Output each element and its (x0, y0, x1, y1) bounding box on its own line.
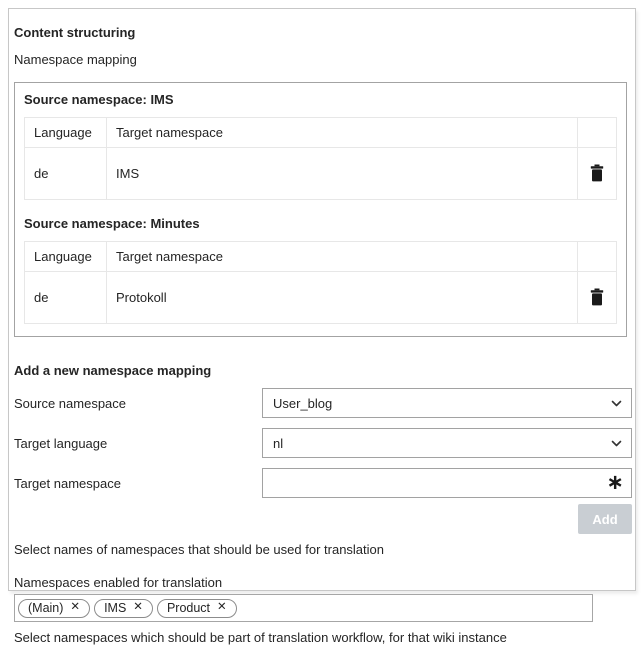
trash-icon (589, 294, 605, 309)
tag-label: Product (167, 601, 210, 615)
table-row: de Protokoll (25, 272, 617, 324)
settings-panel: Content structuring Namespace mapping So… (8, 8, 636, 591)
namespace-mapping-table: Language Target namespace de Protokoll (24, 241, 617, 324)
target-language-select[interactable]: nl (262, 428, 632, 458)
column-header-target-namespace: Target namespace (107, 242, 578, 272)
add-form-help-text: Select names of namespaces that should b… (14, 542, 632, 557)
namespace-tag: IMS ✕ (94, 599, 153, 618)
cell-language: de (25, 148, 107, 200)
table-header-row: Language Target namespace (25, 242, 617, 272)
form-row-target-namespace: Target namespace ∗ (14, 468, 632, 498)
delete-mapping-button[interactable] (587, 286, 607, 308)
delete-mapping-button[interactable] (587, 162, 607, 184)
cell-actions (578, 272, 617, 324)
page-title: Content structuring (14, 25, 632, 40)
form-row-source-namespace: Source namespace User_blog (14, 388, 632, 418)
mapping-group-heading: Source namespace: Minutes (24, 216, 617, 231)
mapping-group-heading: Source namespace: IMS (24, 92, 617, 107)
tag-label: (Main) (28, 601, 63, 615)
source-namespace-selected-value: User_blog (273, 396, 332, 411)
remove-tag-button[interactable]: ✕ (70, 602, 80, 614)
form-row-target-language: Target language nl (14, 428, 632, 458)
enabled-namespaces-label: Namespaces enabled for translation (14, 575, 632, 590)
target-language-label: Target language (14, 436, 262, 451)
table-header-row: Language Target namespace (25, 118, 617, 148)
column-header-actions (578, 242, 617, 272)
enabled-namespaces-help-text: Select namespaces which should be part o… (14, 630, 632, 645)
cell-actions (578, 148, 617, 200)
cell-target-namespace: Protokoll (107, 272, 578, 324)
remove-tag-button[interactable]: ✕ (217, 602, 227, 614)
trash-icon (589, 170, 605, 185)
column-header-language: Language (25, 118, 107, 148)
namespace-mapping-group: Source namespace: IMS Language Target na… (14, 82, 627, 337)
column-header-language: Language (25, 242, 107, 272)
source-namespace-label: Source namespace (14, 396, 262, 411)
chevron-down-icon (610, 437, 623, 450)
section-label-namespace-mapping: Namespace mapping (14, 52, 632, 67)
source-namespace-select[interactable]: User_blog (262, 388, 632, 418)
cell-language: de (25, 272, 107, 324)
namespace-tag: Product ✕ (157, 599, 237, 618)
target-namespace-input[interactable] (262, 468, 632, 498)
add-mapping-heading: Add a new namespace mapping (14, 363, 632, 378)
column-header-actions (578, 118, 617, 148)
remove-tag-button[interactable]: ✕ (133, 602, 143, 614)
chevron-down-icon (610, 397, 623, 410)
column-header-target-namespace: Target namespace (107, 118, 578, 148)
cell-target-namespace: IMS (107, 148, 578, 200)
namespace-mapping-table: Language Target namespace de IMS (24, 117, 617, 200)
namespace-tag: (Main) ✕ (18, 599, 90, 618)
target-namespace-label: Target namespace (14, 476, 262, 491)
table-row: de IMS (25, 148, 617, 200)
enabled-namespaces-tag-input[interactable]: (Main) ✕ IMS ✕ Product ✕ (14, 594, 593, 622)
add-button[interactable]: Add (578, 504, 632, 534)
tag-label: IMS (104, 601, 126, 615)
target-language-selected-value: nl (273, 436, 283, 451)
